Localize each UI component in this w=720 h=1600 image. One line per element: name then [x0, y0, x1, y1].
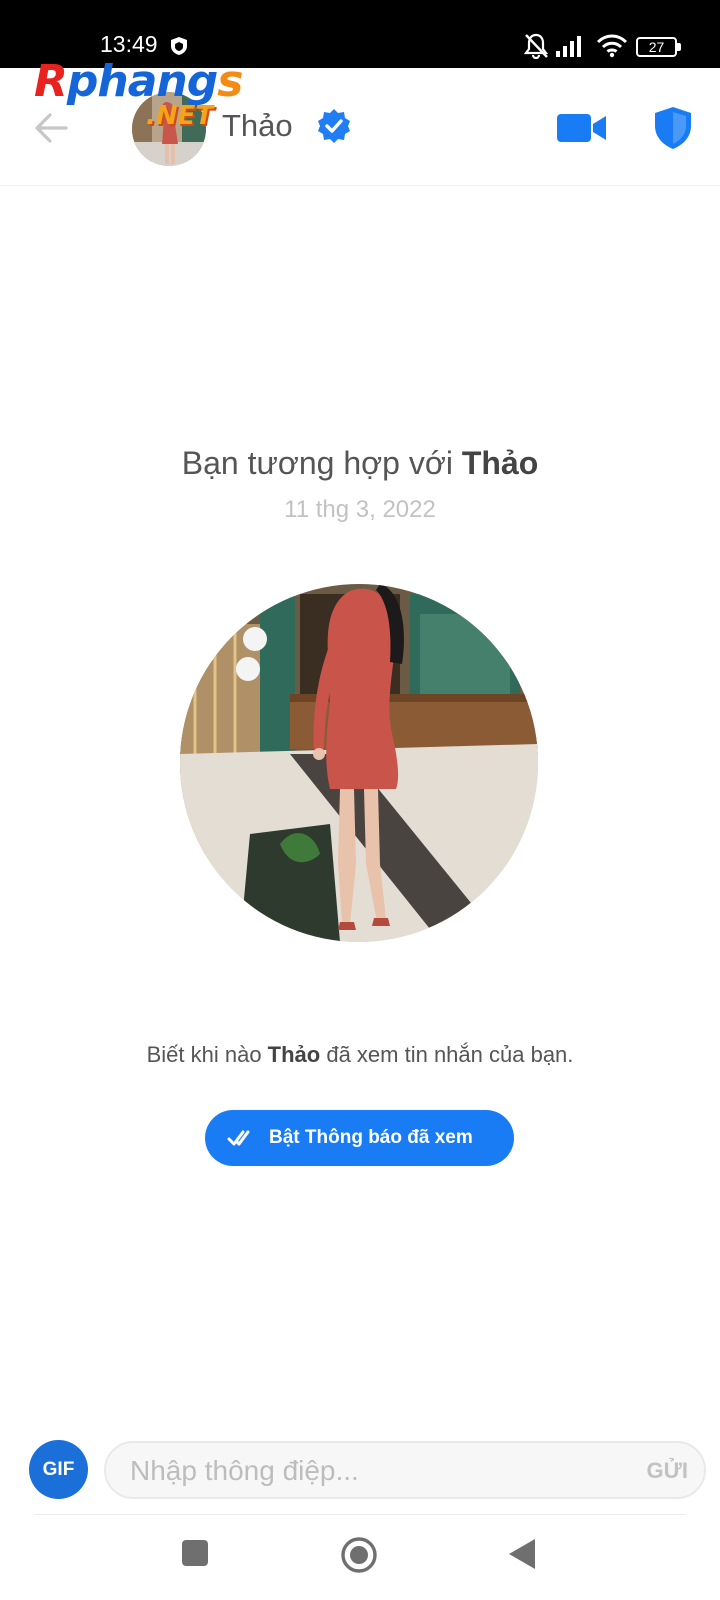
back-triangle-icon[interactable] [508, 1538, 536, 1570]
recents-square-icon[interactable] [181, 1539, 209, 1567]
signal-icon [556, 36, 581, 57]
match-title-name: Thảo [461, 445, 539, 481]
send-button[interactable]: GỬI [647, 1457, 688, 1485]
watermark-word: phang [66, 56, 218, 107]
status-time: 13:49 [100, 31, 158, 57]
message-input[interactable] [130, 1451, 600, 1491]
divider [34, 1514, 686, 1515]
bell-off-icon [523, 33, 549, 60]
verified-icon [318, 109, 350, 143]
home-circle-icon[interactable] [340, 1536, 378, 1574]
match-date: 11 thg 3, 2022 [284, 496, 436, 523]
watermark-letter-s: s [217, 56, 243, 107]
vpn-shield-icon [171, 37, 187, 55]
enable-read-receipts-label: Bật Thông báo đã xem [269, 1127, 473, 1148]
battery-level: 27 [648, 39, 665, 55]
read-receipt-prefix: Biết khi nào [146, 1042, 268, 1067]
video-camera-icon[interactable] [556, 110, 608, 146]
battery-icon: 27 [636, 37, 682, 57]
match-title: Bạn tương hợp với Thảo [0, 443, 720, 483]
watermark-letter-r: R [34, 56, 68, 107]
match-profile-photo[interactable] [180, 584, 538, 942]
match-title-prefix: Bạn tương hợp với [181, 445, 462, 481]
gif-button[interactable]: GIF [29, 1440, 88, 1499]
enable-read-receipts-button[interactable]: Bật Thông báo đã xem [205, 1110, 514, 1166]
wifi-icon [596, 34, 628, 58]
watermark-logo: Rphangs .NET [34, 58, 254, 138]
message-composer: GỬI [104, 1441, 706, 1499]
watermark-suffix: .NET [146, 101, 214, 131]
read-receipt-name: Thảo [267, 1042, 321, 1067]
read-receipt-prompt: Biết khi nào Thảo đã xem tin nhắn của bạ… [0, 1040, 720, 1070]
shield-icon[interactable] [654, 106, 692, 150]
double-check-icon [227, 1130, 250, 1146]
read-receipt-suffix: đã xem tin nhắn của bạn. [320, 1042, 574, 1067]
